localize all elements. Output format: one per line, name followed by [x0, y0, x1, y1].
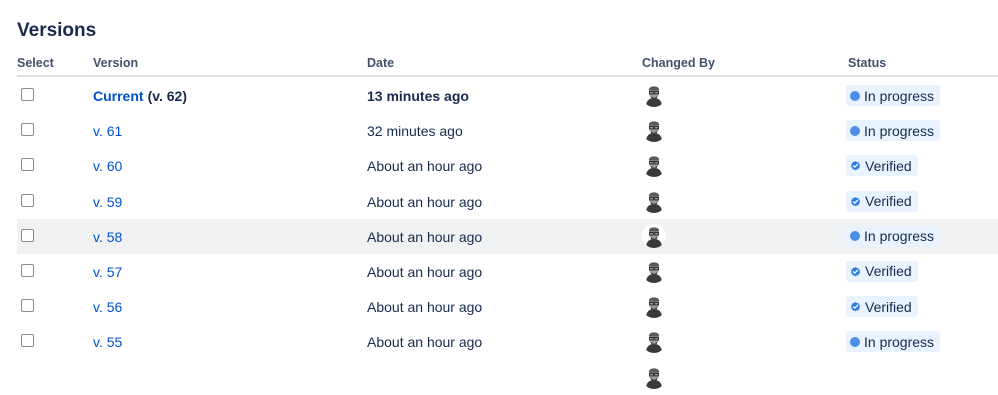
user-avatar[interactable] — [642, 364, 666, 389]
status-badge: In progress — [846, 331, 941, 353]
status-label: Verified — [865, 263, 912, 280]
user-avatar[interactable] — [642, 223, 666, 248]
table-row[interactable]: v. 59 About an hour ago Verified — [0, 184, 998, 219]
status-badge: In progress — [846, 85, 941, 106]
table-row[interactable]: v. 56 About an hour ago Verified — [0, 289, 998, 324]
column-header-changed-by[interactable]: Changed By — [642, 56, 715, 70]
column-header-date[interactable]: Date — [367, 56, 394, 70]
user-avatar[interactable] — [642, 83, 666, 107]
verified-check-icon — [850, 196, 861, 207]
row-select-checkbox[interactable] — [21, 228, 34, 242]
column-header-status[interactable]: Status — [848, 56, 886, 70]
header-divider — [17, 75, 998, 77]
column-header-select: Select — [17, 56, 54, 70]
version-cell: v. 57 — [93, 264, 122, 280]
status-label: Verified — [865, 157, 912, 174]
version-cell: v. 59 — [93, 194, 122, 210]
status-badge: Verified — [846, 260, 918, 282]
version-link[interactable]: v. 58 — [93, 229, 122, 245]
status-label: Verified — [865, 298, 912, 315]
status-badge: Verified — [846, 190, 918, 212]
version-link[interactable]: v. 55 — [93, 334, 122, 350]
status-label: In progress — [864, 122, 935, 139]
version-cell: v. 55 — [93, 334, 122, 350]
row-select-checkbox[interactable] — [21, 193, 34, 207]
user-avatar[interactable] — [642, 188, 666, 213]
status-label: Verified — [865, 193, 912, 210]
date-cell: 13 minutes ago — [367, 88, 469, 104]
table-row[interactable]: v. 57 About an hour ago Verified — [0, 254, 998, 289]
table-row[interactable]: Current (v. 62) 13 minutes ago In progress — [0, 78, 998, 113]
version-cell: v. 61 — [93, 123, 122, 139]
row-select-checkbox[interactable] — [21, 263, 34, 277]
status-badge: Verified — [846, 296, 918, 318]
status-badge: Verified — [846, 155, 918, 177]
date-cell: About an hour ago — [367, 334, 483, 351]
version-link[interactable]: v. 59 — [93, 194, 122, 210]
status-label: In progress — [864, 87, 935, 104]
row-select-checkbox[interactable] — [21, 158, 34, 172]
verified-check-icon — [850, 301, 861, 312]
verified-check-icon — [850, 160, 861, 171]
user-avatar[interactable] — [642, 294, 666, 319]
status-badge: In progress — [846, 120, 941, 142]
status-badge: In progress — [846, 225, 941, 247]
progress-dot-icon — [850, 90, 860, 101]
version-number: (v. 62) — [147, 88, 187, 104]
table-row[interactable]: v. 55 About an hour ago In progress — [0, 324, 998, 359]
version-link[interactable]: v. 60 — [93, 158, 122, 174]
progress-dot-icon — [850, 231, 860, 242]
version-link[interactable]: Current — [93, 88, 144, 104]
table-row[interactable]: v. 58 About an hour ago In progress — [0, 218, 998, 255]
table-row[interactable]: v. 60 About an hour ago Verified — [0, 148, 998, 183]
row-select-checkbox[interactable] — [21, 334, 34, 348]
user-avatar[interactable] — [642, 258, 666, 283]
table-row[interactable]: v. 61 32 minutes ago In progress — [0, 113, 998, 148]
user-avatar[interactable] — [642, 153, 666, 178]
column-header-version[interactable]: Version — [93, 56, 138, 70]
date-cell: About an hour ago — [367, 158, 483, 175]
version-link[interactable]: v. 61 — [93, 123, 122, 139]
version-cell: Current (v. 62) — [93, 88, 187, 104]
version-cell: v. 56 — [93, 299, 122, 315]
date-cell: 32 minutes ago — [367, 123, 463, 140]
version-link[interactable]: v. 57 — [93, 264, 122, 280]
row-select-checkbox[interactable] — [21, 88, 34, 101]
version-link[interactable]: v. 56 — [93, 299, 122, 315]
date-cell: About an hour ago — [367, 263, 483, 280]
row-select-checkbox[interactable] — [21, 299, 34, 313]
verified-check-icon — [850, 266, 861, 277]
user-avatar[interactable] — [642, 118, 666, 143]
versions-table-body: Current (v. 62) 13 minutes ago In progress v… — [0, 78, 998, 395]
user-avatar[interactable] — [642, 329, 666, 354]
row-select-checkbox[interactable] — [21, 123, 34, 137]
date-cell: About an hour ago — [367, 228, 483, 245]
version-cell: v. 58 — [93, 229, 122, 245]
version-cell: v. 60 — [93, 158, 122, 174]
table-row[interactable] — [0, 360, 998, 395]
status-label: In progress — [864, 333, 935, 350]
table-header: Select Version Date Changed By Status — [0, 53, 998, 75]
progress-dot-icon — [850, 336, 860, 347]
status-label: In progress — [864, 228, 935, 245]
page-title: Versions — [17, 20, 97, 41]
progress-dot-icon — [850, 125, 860, 136]
date-cell: About an hour ago — [367, 299, 483, 316]
date-cell: About an hour ago — [367, 193, 483, 210]
